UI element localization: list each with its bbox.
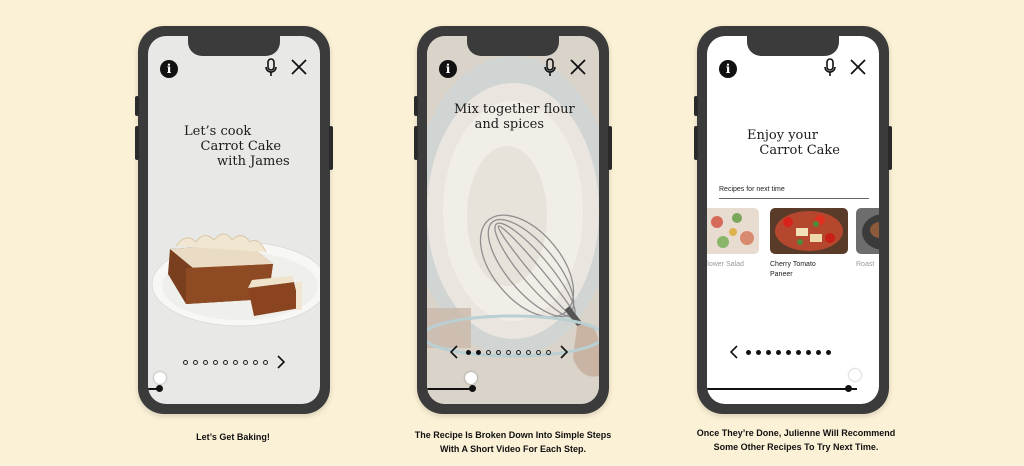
recipe-card-flower-salad[interactable]: Flower Salad [707,208,759,270]
step-headline: Mix together flour and spices [454,102,575,132]
step-dot[interactable] [252,359,258,365]
progress-slider-track[interactable] [707,388,857,390]
phone-button [694,96,698,116]
phone-mockup-1: i Let’s cook Carrot Cake with James [135,26,333,414]
microphone-icon[interactable] [543,58,557,78]
step-dot[interactable] [505,349,511,355]
close-icon[interactable] [849,58,867,76]
recipe-thumbnail [707,208,759,254]
progress-slider-track[interactable] [427,388,473,390]
step-indicator [449,345,569,359]
phone-button [135,96,139,116]
intro-headline: Let’s cook Carrot Cake with James [184,124,290,169]
step-dot[interactable] [212,359,218,365]
carrot-cake-image [151,233,320,327]
app-screen-step: i Mix together flour and spices [427,36,599,404]
info-icon[interactable]: i [439,60,457,78]
step-dot[interactable] [765,349,771,355]
progress-slider-knob[interactable] [849,369,861,381]
recipe-card-roast[interactable]: Roast [856,208,879,270]
step-dot[interactable] [745,349,751,355]
step-dot[interactable] [465,349,471,355]
step-dot[interactable] [775,349,781,355]
step-dot[interactable] [232,359,238,365]
step-dot[interactable] [475,349,481,355]
app-screen-finish: i Enjoy your Carrot Cake Recipes for nex… [707,36,879,404]
phone-button [135,126,139,160]
info-icon[interactable]: i [719,60,737,78]
recipe-thumbnail [770,208,848,254]
recipe-name: Flower Salad [707,261,744,268]
microphone-icon[interactable] [264,58,278,78]
step-dot[interactable] [525,349,531,355]
chevron-right-icon[interactable] [276,355,286,369]
recommendations-divider [719,198,869,199]
recipe-name: Roast [856,261,875,268]
phone-mockup-3: i Enjoy your Carrot Cake Recipes for nex… [694,26,892,414]
progress-slider-end [469,385,476,392]
phone-notch [747,34,839,56]
step-dot[interactable] [785,349,791,355]
microphone-icon[interactable] [823,58,837,78]
recipe-name: Cherry Tomato Paneer [770,261,816,278]
progress-slider-end [156,385,163,392]
caption-screen-1: Let’s Get Baking! [196,432,270,442]
step-dot[interactable] [202,359,208,365]
step-dot[interactable] [182,359,188,365]
step-dot[interactable] [262,359,268,365]
recommendations-label: Recipes for next time [719,186,785,193]
phone-button [414,126,418,160]
progress-slider-knob[interactable] [154,372,166,384]
chevron-left-icon[interactable] [449,345,459,359]
recipe-card-cherry-tomato-paneer[interactable]: Cherry Tomato Paneer [770,208,848,280]
phone-button [414,96,418,116]
step-dot[interactable] [545,349,551,355]
step-indicator [180,355,286,369]
caption-screen-3: Once They’re Done, Julienne Will Recomme… [696,428,896,452]
step-dot[interactable] [485,349,491,355]
step-dot[interactable] [515,349,521,355]
close-icon[interactable] [569,58,587,76]
step-dot[interactable] [815,349,821,355]
step-dot[interactable] [825,349,831,355]
phone-notch [467,34,559,56]
step-dot[interactable] [535,349,541,355]
chevron-left-icon[interactable] [729,345,739,359]
step-dot[interactable] [795,349,801,355]
phone-button [329,126,333,170]
phone-notch [188,34,280,56]
info-icon[interactable]: i [160,60,178,78]
step-dot[interactable] [805,349,811,355]
phone-mockup-2: i Mix together flour and spices [414,26,612,414]
step-dot[interactable] [495,349,501,355]
app-screen-intro: i Let’s cook Carrot Cake with James [148,36,320,404]
phone-button [694,126,698,160]
close-icon[interactable] [290,58,308,76]
progress-slider-knob[interactable] [465,372,477,384]
caption-screen-2: The Recipe Is Broken Down Into Simple St… [414,430,612,454]
progress-slider-end [845,385,852,392]
phone-button [608,126,612,170]
step-dot[interactable] [192,359,198,365]
step-indicator [729,345,833,359]
step-dot[interactable] [242,359,248,365]
step-dot[interactable] [755,349,761,355]
step-dot[interactable] [222,359,228,365]
chevron-right-icon[interactable] [559,345,569,359]
recipe-thumbnail [856,208,879,254]
finish-headline: Enjoy your Carrot Cake [747,128,840,158]
phone-button [888,126,892,170]
